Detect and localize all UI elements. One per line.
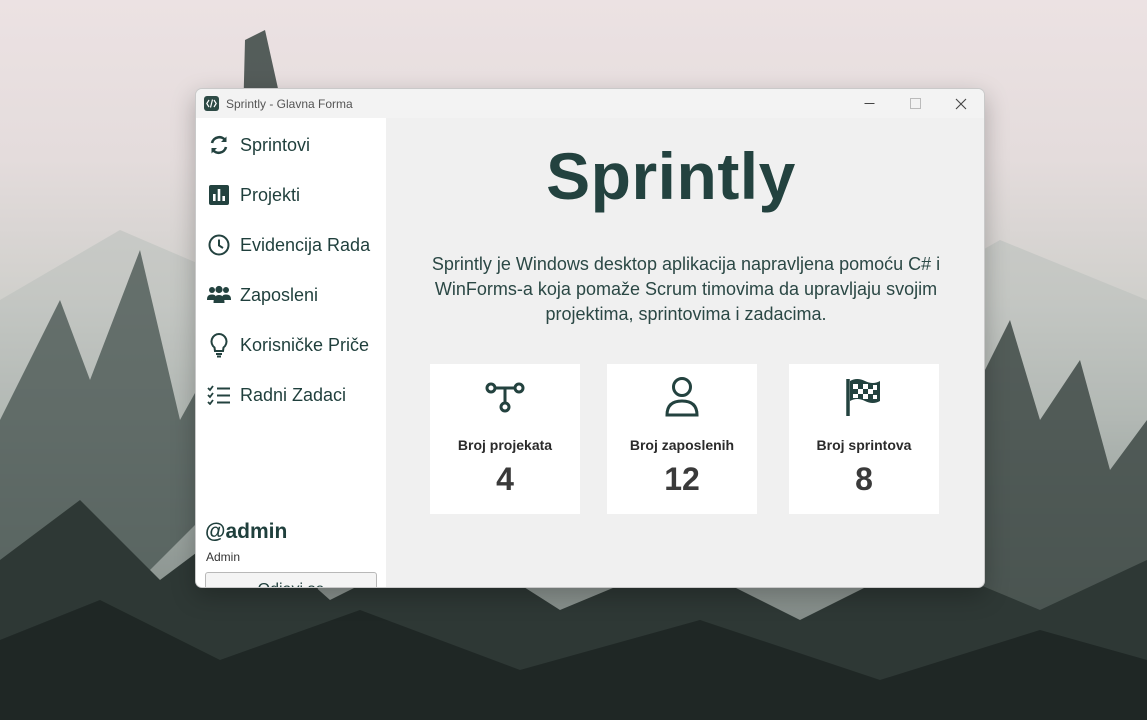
app-description: Sprintly je Windows desktop aplikacija n… [431,254,941,324]
network-icon [430,374,580,420]
sidebar-item-label: Zaposleni [240,284,319,305]
sidebar-item-sprintovi[interactable]: Sprintovi [206,130,310,160]
sidebar: Sprintovi Projekti Evidencija Rada Zapos… [196,118,386,587]
title-bar[interactable]: Sprintly - Glavna Forma [196,89,984,118]
bar-chart-icon [206,182,232,208]
stat-label: Broj projekata [457,437,553,453]
stat-label: Broj sprintova [816,437,912,453]
close-icon [955,98,967,109]
user-role: Admin [206,550,241,564]
checklist-icon [206,382,232,408]
clock-icon [206,232,232,258]
stat-label: Broj zaposlenih [629,437,735,453]
user-icon [607,374,757,420]
minimize-icon [864,103,874,104]
logout-button[interactable]: Odjavi se [205,572,377,587]
sidebar-item-evidencija-rada[interactable]: Evidencija Rada [206,230,370,260]
maximize-button[interactable] [892,89,938,118]
users-icon [206,282,232,308]
checkered-flag-icon [789,374,939,420]
minimize-button[interactable] [846,89,892,118]
sidebar-item-label: Projekti [240,184,301,205]
sidebar-item-radni-zadaci[interactable]: Radni Zadaci [206,380,346,410]
lightbulb-icon [206,332,232,358]
stat-value: 12 [664,461,700,497]
stat-value: 8 [855,461,873,497]
maximize-icon [909,98,921,109]
user-handle: @admin [205,520,288,543]
sidebar-item-zaposleni[interactable]: Zaposleni [206,280,318,310]
stat-card-sprints: Broj sprintova 8 [789,364,939,514]
code-icon [204,96,219,111]
stat-card-employees: Broj zaposlenih 12 [607,364,757,514]
stat-card-projects: Broj projekata 4 [430,364,580,514]
main-content: Sprintly Sprintly je Windows desktop apl… [386,118,984,587]
close-button[interactable] [938,89,984,118]
page-title: Sprintly [546,139,796,213]
window-title: Sprintly - Glavna Forma [226,96,353,111]
main-window: Sprintly - Glavna Forma Sprintovi Projek… [195,88,985,588]
sync-icon [206,132,232,158]
sidebar-item-projekti[interactable]: Projekti [206,180,300,210]
sidebar-item-label: Sprintovi [240,134,311,155]
sidebar-item-label: Evidencija Rada [240,234,371,255]
stat-value: 4 [496,461,514,497]
sidebar-item-korisnicke-price[interactable]: Korisničke Priče [206,330,369,360]
sidebar-item-label: Radni Zadaci [240,384,347,405]
sidebar-item-label: Korisničke Priče [240,334,370,355]
